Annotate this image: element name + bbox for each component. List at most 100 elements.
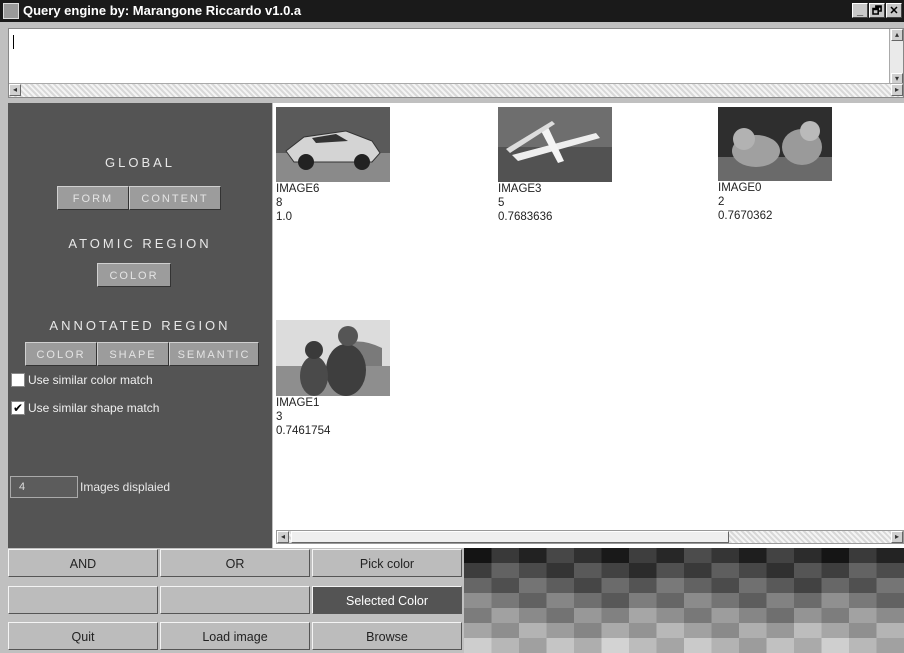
text-vertical-scrollbar[interactable]: ▴ ▾ xyxy=(889,29,903,85)
color-swatch[interactable] xyxy=(656,623,685,639)
color-swatch[interactable] xyxy=(821,563,850,579)
scroll-right-arrow-icon[interactable]: ▸ xyxy=(891,84,903,96)
color-swatch[interactable] xyxy=(464,593,492,609)
color-swatch[interactable] xyxy=(876,638,904,653)
color-swatch[interactable] xyxy=(519,578,547,594)
color-swatch[interactable] xyxy=(464,548,492,564)
color-swatch[interactable] xyxy=(766,563,795,579)
scroll-left-arrow-icon[interactable]: ◂ xyxy=(9,84,21,96)
color-swatch[interactable] xyxy=(739,548,767,564)
color-swatch[interactable] xyxy=(794,548,822,564)
color-swatch[interactable] xyxy=(491,608,520,624)
color-swatch[interactable] xyxy=(711,623,740,639)
color-swatch[interactable] xyxy=(794,623,822,639)
color-swatch[interactable] xyxy=(629,578,657,594)
color-swatch[interactable] xyxy=(849,548,877,564)
result-thumbnail[interactable] xyxy=(276,320,390,396)
color-swatch[interactable] xyxy=(821,623,850,639)
color-swatch[interactable] xyxy=(711,608,740,624)
annotated-color-button[interactable]: COLOR xyxy=(25,342,97,366)
color-swatch[interactable] xyxy=(876,593,904,609)
color-swatch[interactable] xyxy=(546,563,575,579)
scrollbar-thumb[interactable] xyxy=(291,531,729,543)
or-button[interactable]: OR xyxy=(160,549,310,577)
color-swatch[interactable] xyxy=(629,608,657,624)
color-swatch[interactable] xyxy=(546,638,575,653)
global-form-button[interactable]: FORM xyxy=(57,186,129,210)
color-swatch[interactable] xyxy=(519,623,547,639)
color-swatch[interactable] xyxy=(739,593,767,609)
color-swatch[interactable] xyxy=(464,563,492,579)
result-thumbnail[interactable] xyxy=(276,107,390,182)
color-swatch[interactable] xyxy=(601,548,630,564)
color-swatch[interactable] xyxy=(601,578,630,594)
color-swatch[interactable] xyxy=(711,548,740,564)
color-swatch[interactable] xyxy=(656,548,685,564)
color-swatch[interactable] xyxy=(684,548,712,564)
color-swatch[interactable] xyxy=(574,623,602,639)
result-item[interactable]: IMAGE3 5 0.7683636 xyxy=(498,107,612,224)
color-swatch[interactable] xyxy=(629,638,657,653)
color-swatch[interactable] xyxy=(574,638,602,653)
color-swatch[interactable] xyxy=(849,578,877,594)
color-swatch[interactable] xyxy=(601,563,630,579)
color-palette-grid[interactable] xyxy=(464,548,904,653)
query-text-area[interactable]: ▴ ▾ ◂ ▸ xyxy=(8,28,904,98)
color-swatch[interactable] xyxy=(464,608,492,624)
color-swatch[interactable] xyxy=(629,623,657,639)
color-swatch[interactable] xyxy=(656,563,685,579)
color-swatch[interactable] xyxy=(876,608,904,624)
result-thumbnail[interactable] xyxy=(498,107,612,182)
color-swatch[interactable] xyxy=(766,578,795,594)
color-swatch[interactable] xyxy=(601,593,630,609)
color-swatch[interactable] xyxy=(629,548,657,564)
color-swatch[interactable] xyxy=(464,638,492,653)
color-swatch[interactable] xyxy=(849,593,877,609)
color-swatch[interactable] xyxy=(546,548,575,564)
color-swatch[interactable] xyxy=(849,623,877,639)
result-item[interactable]: IMAGE1 3 0.7461754 xyxy=(276,320,390,438)
color-swatch[interactable] xyxy=(739,608,767,624)
color-swatch[interactable] xyxy=(794,608,822,624)
color-swatch[interactable] xyxy=(519,608,547,624)
scroll-right-arrow-icon[interactable]: ▸ xyxy=(891,531,903,543)
color-swatch[interactable] xyxy=(711,563,740,579)
color-swatch[interactable] xyxy=(766,638,795,653)
annotated-semantic-button[interactable]: SEMANTIC xyxy=(169,342,259,366)
color-swatch[interactable] xyxy=(491,548,520,564)
color-swatch[interactable] xyxy=(656,638,685,653)
color-swatch[interactable] xyxy=(766,548,795,564)
color-swatch[interactable] xyxy=(519,548,547,564)
similar-color-checkbox[interactable] xyxy=(11,373,25,387)
browse-button[interactable]: Browse xyxy=(312,622,462,650)
color-swatch[interactable] xyxy=(491,563,520,579)
result-item[interactable]: IMAGE0 2 0.7670362 xyxy=(718,107,832,223)
color-swatch[interactable] xyxy=(464,578,492,594)
color-swatch[interactable] xyxy=(821,578,850,594)
color-swatch[interactable] xyxy=(546,608,575,624)
color-swatch[interactable] xyxy=(574,548,602,564)
global-content-button[interactable]: CONTENT xyxy=(129,186,221,210)
color-swatch[interactable] xyxy=(464,623,492,639)
color-swatch[interactable] xyxy=(519,563,547,579)
pick-color-button[interactable]: Pick color xyxy=(312,549,462,577)
color-swatch[interactable] xyxy=(546,593,575,609)
color-palette[interactable] xyxy=(464,548,904,653)
color-swatch[interactable] xyxy=(739,563,767,579)
color-swatch[interactable] xyxy=(821,608,850,624)
color-swatch[interactable] xyxy=(739,578,767,594)
color-swatch[interactable] xyxy=(684,563,712,579)
color-swatch[interactable] xyxy=(794,578,822,594)
color-swatch[interactable] xyxy=(739,638,767,653)
color-swatch[interactable] xyxy=(684,623,712,639)
result-item[interactable]: IMAGE6 8 1.0 xyxy=(276,107,390,224)
color-swatch[interactable] xyxy=(794,638,822,653)
color-swatch[interactable] xyxy=(491,593,520,609)
color-swatch[interactable] xyxy=(684,593,712,609)
load-image-button[interactable]: Load image xyxy=(160,622,310,650)
color-swatch[interactable] xyxy=(821,638,850,653)
similar-shape-checkbox[interactable]: ✔ xyxy=(11,401,25,415)
result-thumbnail[interactable] xyxy=(718,107,832,181)
color-swatch[interactable] xyxy=(519,593,547,609)
annotated-shape-button[interactable]: SHAPE xyxy=(97,342,169,366)
